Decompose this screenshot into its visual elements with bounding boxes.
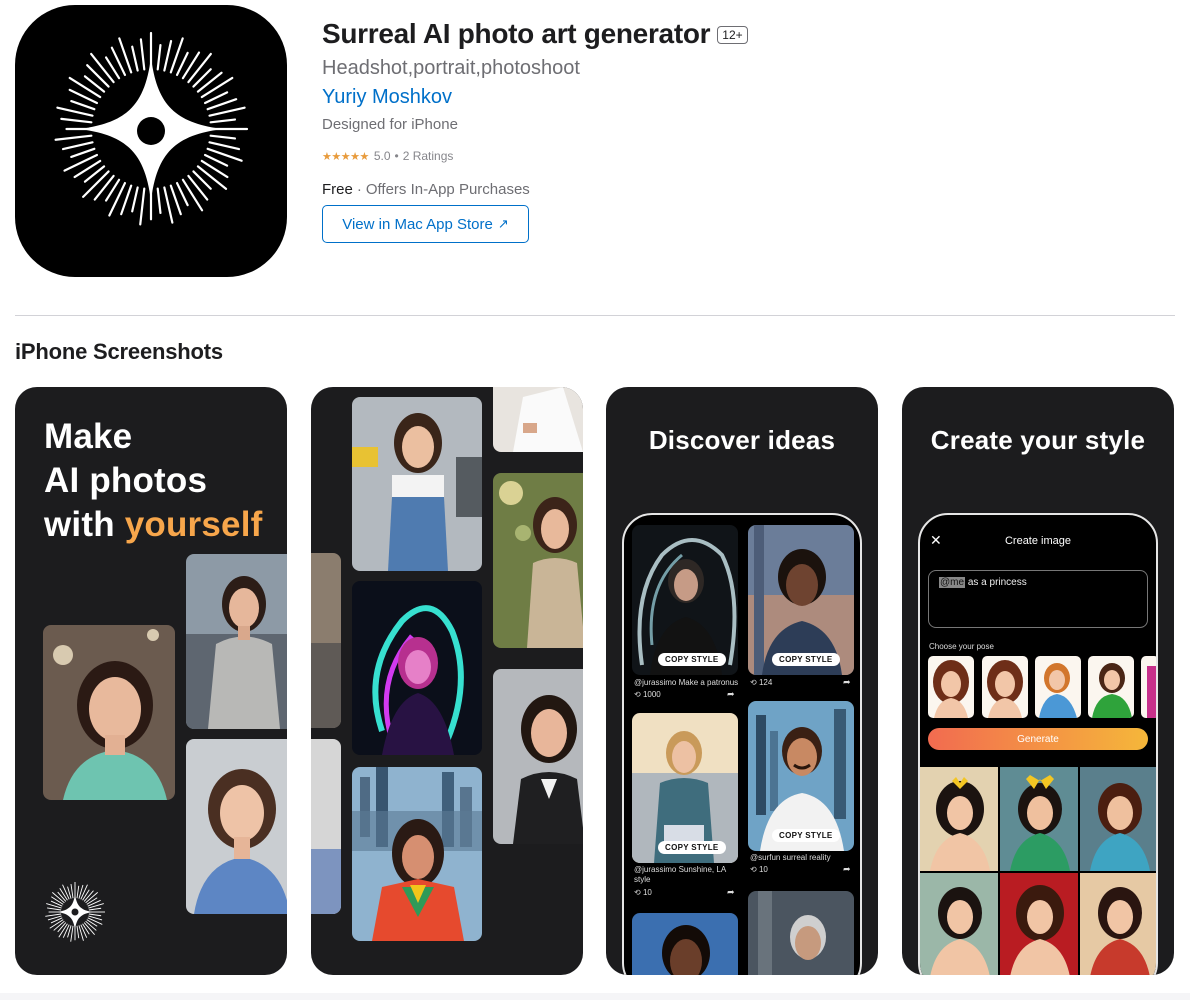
app-subtitle: Headshot,portrait,photoshoot [322,57,580,79]
copy-style-button[interactable]: COPY STYLE [658,653,726,666]
prompt-tag: @me [939,577,966,588]
pose-option[interactable] [928,656,974,718]
title-row: Surreal AI photo art generator 12+ [322,14,1022,54]
share-icon[interactable]: ➦ [843,864,851,875]
mac-button-label: View in Mac App Store [342,215,493,233]
rating-value: 5.0 [373,149,391,163]
portrait-photo [493,669,583,844]
price: Free [322,181,353,198]
generated-image[interactable] [1080,767,1156,871]
post-count: 10 [642,888,652,897]
screenshot-3[interactable]: Discover ideas COPY STYLE @jurassimo Mak… [606,387,878,975]
phone-mockup: ✕ Create image @me as a princess Choose … [918,513,1158,975]
post-image[interactable] [748,891,854,975]
screenshot-4[interactable]: Create your style ✕ Create image @me as … [902,387,1174,975]
post-caption: @jurassimo Make a patronus [634,678,739,687]
headline-prefix: with [44,505,125,544]
headline-line-1: Make [44,417,133,456]
generate-button[interactable]: Generate [928,728,1148,750]
view-in-mac-app-store-button[interactable]: View in Mac App Store ↗ [322,205,529,243]
portrait-photo [352,397,482,571]
in-app-purchases: Offers In-App Purchases [365,181,530,198]
portrait-photo [493,473,583,648]
designed-for: Designed for iPhone [322,116,458,133]
choose-pose-label: Choose your pose [929,642,994,651]
post-image[interactable] [632,913,738,975]
pose-option[interactable] [982,656,1028,718]
pose-option[interactable] [1088,656,1134,718]
app-info: Surreal AI photo art generator 12+ Heads… [322,14,1022,243]
phone-mockup: COPY STYLE @jurassimo Make a patronus ⟲ … [622,513,862,975]
generated-image[interactable] [1000,767,1078,871]
post-image[interactable]: COPY STYLE [632,525,738,675]
share-icon[interactable]: ➦ [727,689,735,700]
copy-style-button[interactable]: COPY STYLE [658,841,726,854]
copy-style-button[interactable]: COPY STYLE [772,829,840,842]
create-image-title: Create image [1004,535,1072,547]
generated-image[interactable] [920,873,998,975]
rating-dot: • [394,149,399,163]
post-image[interactable]: COPY STYLE [632,713,738,863]
post-caption: @jurassimo Sunshine, LA style [634,865,726,884]
post-image[interactable]: COPY STYLE [748,525,854,675]
section-title: iPhone Screenshots [15,339,223,364]
post-count: 1000 [642,690,661,699]
screenshot-1[interactable]: Make AI photos with yourself [15,387,287,975]
repost-icon: ⟲ [750,678,757,687]
portrait-photo [352,767,482,941]
post-meta: ⟲ 124 [750,678,772,687]
pose-option[interactable] [1035,656,1081,718]
repost-icon: ⟲ [634,888,641,897]
copy-style-button[interactable]: COPY STYLE [772,653,840,666]
portrait-photo [311,553,341,728]
post-caption: @surfun surreal reality [750,853,831,862]
portrait-photo [493,387,583,452]
post-image[interactable]: COPY STYLE [748,701,854,851]
headline-line-2: AI photos [44,461,208,500]
prompt-input[interactable]: @me as a princess [928,570,1148,628]
portrait-photo [352,581,482,755]
prompt-text: as a princess [965,577,1027,588]
post-count: 124 [758,678,773,687]
price-separator: · [356,181,362,198]
generated-image[interactable] [1080,873,1156,975]
section-divider [15,315,1175,316]
repost-icon: ⟲ [634,690,641,699]
star-rating-icon: ★★★★★ [322,150,369,163]
headline-accent: yourself [124,505,263,544]
page-footer-strip [0,993,1190,1000]
share-icon[interactable]: ➦ [843,677,851,688]
app-icon [15,5,287,277]
share-icon[interactable]: ➦ [727,887,735,898]
screenshot-2[interactable] [311,387,583,975]
pose-option[interactable] [1141,656,1156,718]
portrait-photo [311,739,341,914]
rating-count: 2 Ratings [402,149,454,163]
rating-row: ★★★★★ 5.0 • 2 Ratings [322,147,1022,165]
screenshot-heading: Create your style [930,425,1146,455]
promo-headline: Make AI photos with yourself [44,415,262,547]
headline-line-3: with yourself [44,503,262,547]
post-meta: ⟲ 10 [634,888,652,897]
sparkle-star-logo-icon [45,882,105,942]
portrait-photo [186,739,287,914]
external-link-icon: ↗ [497,216,509,231]
post-meta: ⟲ 10 [750,865,768,874]
generated-image[interactable] [1000,873,1078,975]
app-title: Surreal AI photo art generator [322,18,711,49]
post-meta: ⟲ 1000 [634,690,661,699]
developer-link[interactable]: Yuriy Moshkov [322,82,1022,112]
screenshot-heading: Discover ideas [648,425,836,455]
portrait-photo [43,625,175,800]
age-rating-badge: 12+ [717,26,748,44]
post-count: 10 [758,865,768,874]
generated-image[interactable] [920,767,998,871]
sparkle-star-logo-icon [54,31,249,226]
repost-icon: ⟲ [750,865,757,874]
price-row: Free · Offers In-App Purchases [322,179,1022,201]
portrait-photo [186,554,287,729]
